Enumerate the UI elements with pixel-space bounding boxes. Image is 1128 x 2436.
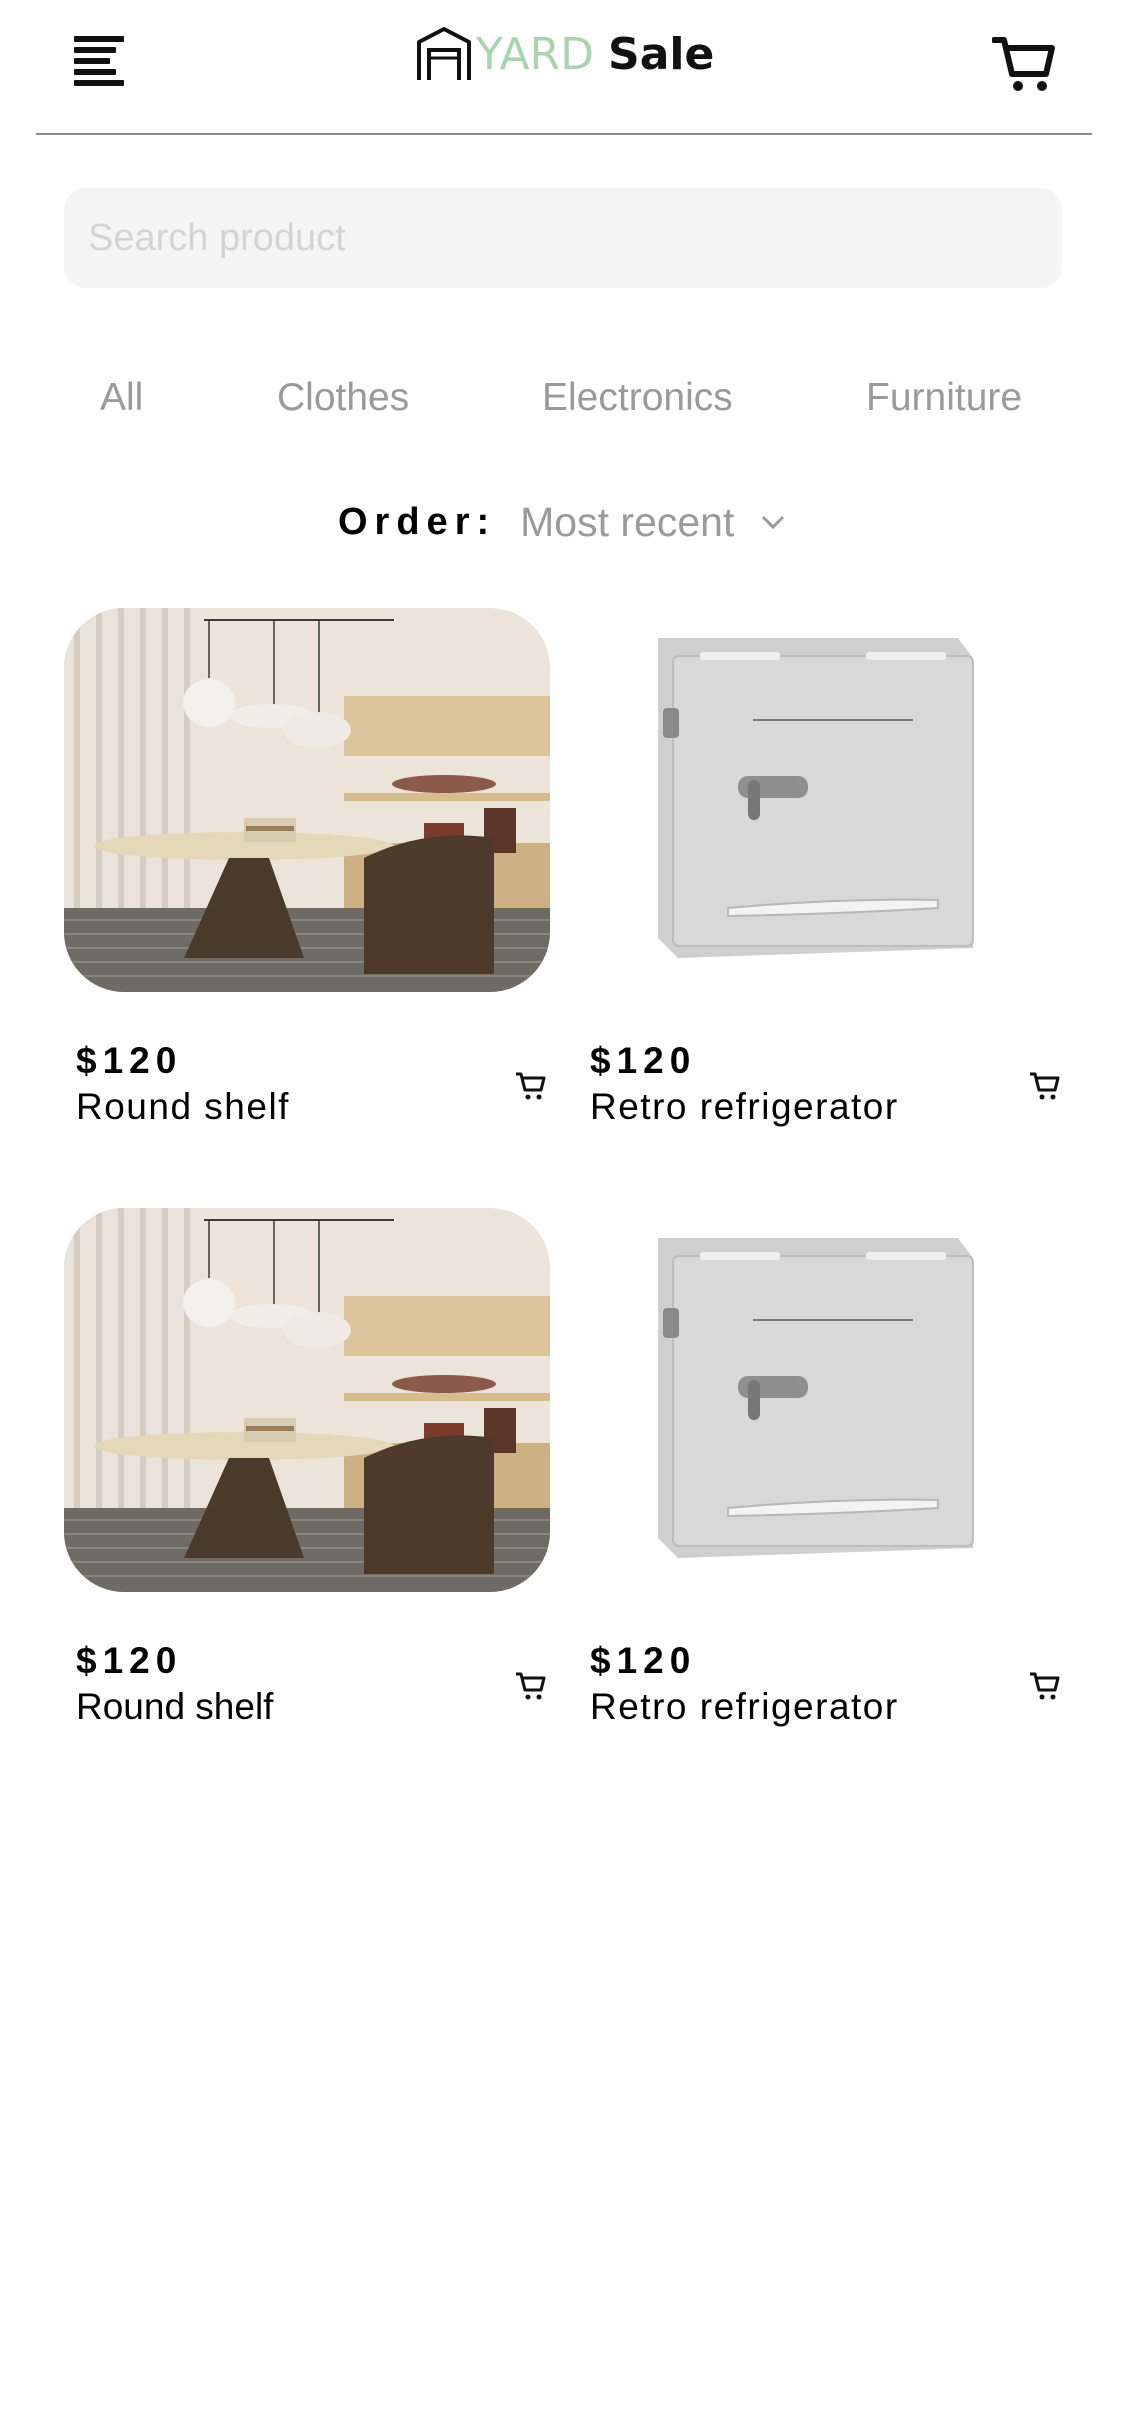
round-shelf-image[interactable] xyxy=(64,1208,550,1592)
order-dropdown[interactable]: Most recent xyxy=(520,499,786,546)
product-price: $120 xyxy=(76,1640,183,1681)
brand-name-first: YARD xyxy=(476,28,595,80)
brand-logo[interactable]: YARD Sale xyxy=(416,24,714,84)
category-tab-all[interactable]: All xyxy=(100,376,143,420)
category-tab-clothes[interactable]: Clothes xyxy=(277,376,409,420)
product-price: $120 xyxy=(76,1040,183,1081)
shopping-cart-icon[interactable] xyxy=(992,34,1056,94)
app-header: YARD Sale xyxy=(0,0,1128,134)
order-label: Order: xyxy=(338,500,497,543)
round-shelf-image[interactable] xyxy=(64,608,550,992)
product-price: $120 xyxy=(590,1040,697,1081)
brand-name-second: Sale xyxy=(608,28,715,80)
search-input[interactable] xyxy=(64,188,1062,288)
hamburger-menu-icon[interactable] xyxy=(74,36,124,88)
chevron-down-icon xyxy=(762,515,785,530)
add-to-cart-icon[interactable] xyxy=(1028,1668,1062,1702)
add-to-cart-icon[interactable] xyxy=(514,1668,548,1702)
retro-refrigerator-image[interactable] xyxy=(578,1208,1064,1592)
product-name: Round shelf xyxy=(76,1086,290,1127)
retro-refrigerator-image[interactable] xyxy=(578,608,1064,992)
garage-icon xyxy=(417,27,471,80)
category-tab-furniture[interactable]: Furniture xyxy=(866,376,1022,420)
category-tab-electronics[interactable]: Electronics xyxy=(542,376,733,420)
add-to-cart-icon[interactable] xyxy=(514,1068,548,1102)
header-divider xyxy=(36,133,1092,135)
product-name: Round shelf xyxy=(76,1686,274,1727)
product-price: $120 xyxy=(590,1640,697,1681)
add-to-cart-icon[interactable] xyxy=(1028,1068,1062,1102)
category-tabs: All Clothes Electronics Furniture xyxy=(0,376,1128,436)
order-control: Order: Most recent xyxy=(338,492,786,552)
product-name: Retro refrigerator xyxy=(590,1686,899,1727)
order-selected-value: Most recent xyxy=(520,498,735,545)
product-name: Retro refrigerator xyxy=(590,1086,899,1127)
